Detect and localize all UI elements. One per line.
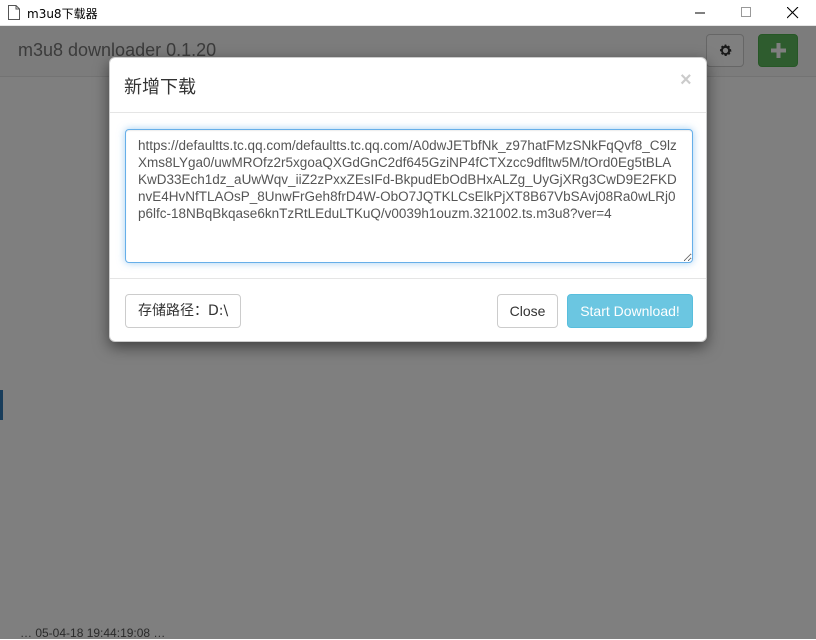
close-button[interactable]: Close (497, 294, 558, 328)
modal-close-icon[interactable]: × (680, 70, 692, 90)
url-input[interactable] (125, 129, 693, 263)
minimize-button[interactable] (678, 0, 724, 26)
start-download-button[interactable]: Start Download! (567, 294, 693, 328)
close-icon (787, 7, 799, 19)
maximize-icon (741, 7, 751, 17)
window-title: m3u8下载器 (27, 7, 98, 21)
document-icon (8, 5, 20, 20)
modal-footer: 存储路径：D:\ Close Start Download! (110, 278, 706, 341)
window-titlebar: m3u8下载器 (0, 0, 816, 26)
save-path-button[interactable]: 存储路径：D:\ (125, 294, 242, 328)
maximize-button[interactable] (724, 0, 770, 26)
window-close-button[interactable] (770, 0, 816, 26)
add-download-modal: 新增下载 × 存储路径：D:\ Close Start Download! (109, 57, 707, 342)
minimize-icon (695, 12, 705, 14)
modal-header: 新增下载 × (110, 58, 706, 113)
modal-title: 新增下载 (124, 77, 196, 98)
